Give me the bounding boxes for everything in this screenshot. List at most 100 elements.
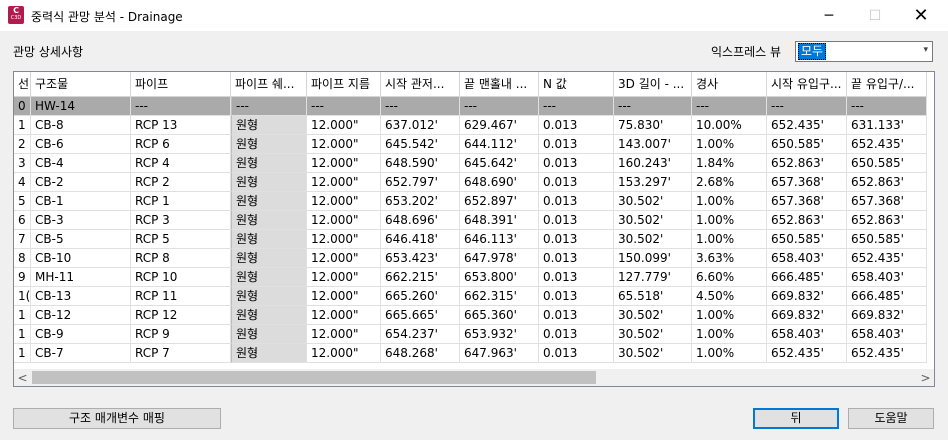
cell-end-inlet[interactable]: 652.863' (847, 173, 927, 192)
cell-3d-length[interactable]: 75.830' (614, 116, 692, 135)
cell-end-invert[interactable]: 644.112' (460, 135, 539, 154)
back-button[interactable]: 뒤 (753, 408, 839, 429)
cell-pipe-shape[interactable]: 원형 (231, 116, 307, 135)
cell-structure[interactable]: CB-10 (31, 249, 131, 268)
cell-line[interactable]: 5 (14, 192, 31, 211)
cell-pipe-shape[interactable]: 원형 (231, 249, 307, 268)
cell-pipe[interactable]: RCP 9 (131, 325, 231, 344)
cell-pipe-diameter[interactable]: 12.000" (307, 268, 381, 287)
table-row[interactable]: 9 MH-11 RCP 10 원형 12.000" 662.215' 653.800' 0.0… (14, 268, 927, 287)
cell-end-invert[interactable]: 646.113' (460, 230, 539, 249)
column-header-slope[interactable]: 경사 (692, 72, 767, 97)
pipe-network-grid[interactable]: 선 구조물 파이프 파이프 쉐... 파이프 지름 시작 관저... 끝 맨홀내 ... N … (13, 71, 935, 387)
table-row[interactable]: 4 CB-2 RCP 2 원형 12.000" 652.797' 648.690' 0.013… (14, 173, 927, 192)
cell-end-inlet[interactable]: 657.368' (847, 192, 927, 211)
cell-slope[interactable]: 10.00% (692, 116, 767, 135)
scroll-right-icon[interactable]: > (917, 369, 934, 386)
cell-n-value[interactable]: 0.013 (539, 116, 614, 135)
cell-structure[interactable]: CB-4 (31, 154, 131, 173)
cell-structure[interactable]: CB-8 (31, 116, 131, 135)
cell-pipe-diameter[interactable]: --- (307, 97, 381, 116)
cell-structure[interactable]: CB-3 (31, 211, 131, 230)
cell-line[interactable]: 8 (14, 249, 31, 268)
cell-line[interactable]: 1( (14, 287, 31, 306)
cell-start-inlet[interactable]: 666.485' (767, 268, 847, 287)
column-header-pipe[interactable]: 파이프 (131, 72, 231, 97)
cell-slope[interactable]: 1.00% (692, 325, 767, 344)
cell-n-value[interactable]: 0.013 (539, 268, 614, 287)
column-header-line[interactable]: 선 (14, 72, 31, 97)
cell-start-invert[interactable]: 665.260' (381, 287, 460, 306)
cell-pipe-diameter[interactable]: 12.000" (307, 287, 381, 306)
cell-pipe[interactable]: RCP 1 (131, 192, 231, 211)
cell-start-invert[interactable]: 653.202' (381, 192, 460, 211)
cell-structure[interactable]: HW-14 (31, 97, 131, 116)
minimize-button[interactable]: ─ (806, 0, 852, 31)
cell-start-invert[interactable]: 653.423' (381, 249, 460, 268)
cell-3d-length[interactable]: 153.297' (614, 173, 692, 192)
cell-line[interactable]: 4 (14, 173, 31, 192)
cell-pipe-shape[interactable]: 원형 (231, 154, 307, 173)
cell-pipe-diameter[interactable]: 12.000" (307, 173, 381, 192)
cell-n-value[interactable]: 0.013 (539, 173, 614, 192)
cell-pipe-diameter[interactable]: 12.000" (307, 211, 381, 230)
table-row[interactable]: 8 CB-10 RCP 8 원형 12.000" 653.423' 647.978' 0.01… (14, 249, 927, 268)
cell-end-inlet[interactable]: 652.435' (847, 249, 927, 268)
cell-3d-length[interactable]: 160.243' (614, 154, 692, 173)
scroll-left-icon[interactable]: < (14, 369, 31, 386)
cell-structure[interactable]: CB-13 (31, 287, 131, 306)
cell-3d-length[interactable]: 30.502' (614, 306, 692, 325)
cell-pipe-diameter[interactable]: 12.000" (307, 192, 381, 211)
cell-n-value[interactable]: 0.013 (539, 344, 614, 363)
cell-line[interactable]: 7 (14, 230, 31, 249)
cell-start-inlet[interactable]: 658.403' (767, 325, 847, 344)
cell-structure[interactable]: CB-5 (31, 230, 131, 249)
cell-3d-length[interactable]: 30.502' (614, 325, 692, 344)
cell-start-invert[interactable]: 645.542' (381, 135, 460, 154)
cell-end-inlet[interactable]: 658.403' (847, 268, 927, 287)
cell-line[interactable]: 2 (14, 135, 31, 154)
cell-pipe-shape[interactable]: 원형 (231, 230, 307, 249)
cell-3d-length[interactable]: 30.502' (614, 230, 692, 249)
cell-start-invert[interactable]: 648.696' (381, 211, 460, 230)
column-header-n-value[interactable]: N 값 (539, 72, 614, 97)
cell-3d-length[interactable]: 127.779' (614, 268, 692, 287)
cell-end-inlet[interactable]: 652.435' (847, 135, 927, 154)
cell-pipe-shape[interactable]: 원형 (231, 287, 307, 306)
cell-line[interactable]: 1 (14, 325, 31, 344)
cell-start-inlet[interactable]: 657.368' (767, 192, 847, 211)
horizontal-scrollbar[interactable]: < > (14, 369, 934, 386)
cell-start-inlet[interactable]: 650.585' (767, 230, 847, 249)
cell-n-value[interactable]: 0.013 (539, 135, 614, 154)
cell-line[interactable]: 6 (14, 211, 31, 230)
cell-pipe-diameter[interactable]: 12.000" (307, 325, 381, 344)
table-row[interactable]: 1(CB-13 RCP 11 원형 12.000" 665.260' 662.315' 0.… (14, 287, 927, 306)
cell-slope[interactable]: 4.50% (692, 287, 767, 306)
cell-end-invert[interactable]: 648.391' (460, 211, 539, 230)
cell-pipe[interactable]: RCP 7 (131, 344, 231, 363)
cell-slope[interactable]: 3.63% (692, 249, 767, 268)
cell-pipe[interactable]: RCP 10 (131, 268, 231, 287)
cell-pipe-diameter[interactable]: 12.000" (307, 116, 381, 135)
cell-start-invert[interactable]: 637.012' (381, 116, 460, 135)
table-row[interactable]: 1 CB-8 RCP 13 원형 12.000" 637.012' 629.467' 0.01… (14, 116, 927, 135)
cell-start-inlet[interactable]: 652.863' (767, 211, 847, 230)
cell-slope[interactable]: --- (692, 97, 767, 116)
table-row[interactable]: 6 CB-3 RCP 3 원형 12.000" 648.696' 648.391' 0.013… (14, 211, 927, 230)
cell-n-value[interactable]: 0.013 (539, 306, 614, 325)
cell-end-invert[interactable]: 645.642' (460, 154, 539, 173)
cell-n-value[interactable]: 0.013 (539, 325, 614, 344)
table-row[interactable]: 1 CB-12 RCP 12 원형 12.000" 665.665' 665.360' 0.0… (14, 306, 927, 325)
cell-start-invert[interactable]: 665.665' (381, 306, 460, 325)
cell-n-value[interactable]: 0.013 (539, 287, 614, 306)
cell-start-inlet[interactable]: --- (767, 97, 847, 116)
cell-end-invert[interactable]: --- (460, 97, 539, 116)
cell-end-inlet[interactable]: 650.585' (847, 230, 927, 249)
cell-start-inlet[interactable]: 652.435' (767, 344, 847, 363)
cell-end-invert[interactable]: 629.467' (460, 116, 539, 135)
cell-end-invert[interactable]: 662.315' (460, 287, 539, 306)
cell-pipe[interactable]: RCP 5 (131, 230, 231, 249)
cell-end-inlet[interactable]: 652.863' (847, 211, 927, 230)
cell-3d-length[interactable]: 30.502' (614, 192, 692, 211)
cell-structure[interactable]: CB-9 (31, 325, 131, 344)
